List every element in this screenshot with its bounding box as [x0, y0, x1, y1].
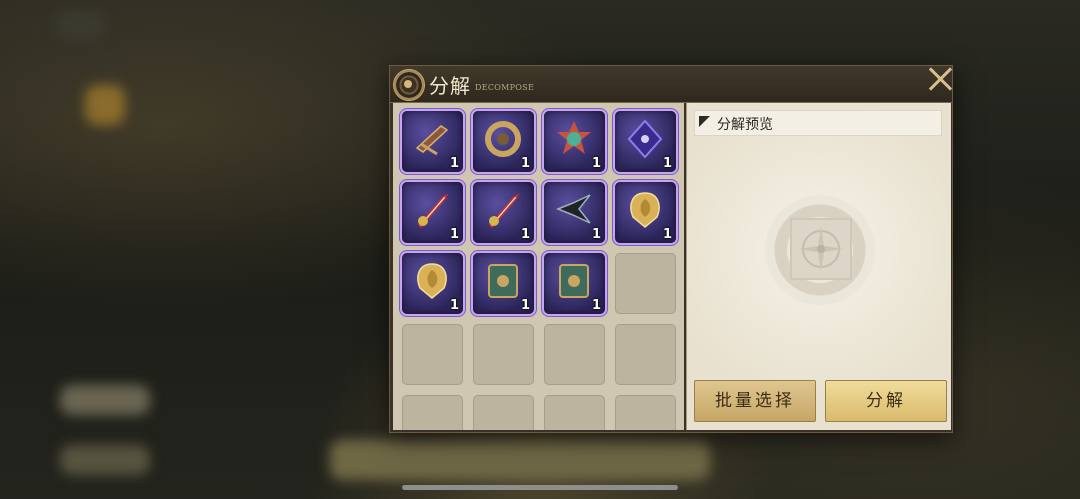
item-count: 1 — [449, 156, 459, 171]
golden-shell-badge-icon — [624, 189, 666, 231]
preview-header: 分解预览 — [694, 110, 942, 136]
background-blur — [60, 385, 150, 415]
inventory-slot-bowgun[interactable]: 1 — [402, 111, 463, 172]
background-blur — [60, 445, 150, 475]
item-count: 1 — [662, 156, 672, 171]
item-count: 1 — [520, 156, 530, 171]
close-icon[interactable] — [925, 64, 955, 94]
batch-select-button[interactable]: 批量选择 — [694, 380, 816, 422]
item-count: 1 — [520, 227, 530, 242]
ornate-sword-icon — [411, 189, 453, 231]
empty-slot — [544, 395, 605, 430]
dark-crossbow-icon — [553, 189, 595, 231]
item-count: 1 — [449, 298, 459, 313]
empty-slot — [615, 253, 676, 314]
home-indicator[interactable] — [402, 485, 678, 490]
bronze-ring-icon — [482, 118, 524, 160]
panel-subtitle: DECOMPOSE — [475, 83, 535, 92]
empty-slot — [402, 395, 463, 430]
background-blur — [330, 440, 710, 480]
inventory-slot-bronze-ring[interactable]: 1 — [473, 111, 534, 172]
ornate-sword-icon — [482, 189, 524, 231]
decompose-button[interactable]: 分解 — [825, 380, 947, 422]
empty-slot — [473, 324, 534, 385]
item-count: 1 — [591, 227, 601, 242]
preview-panel: 分解预览 批量选择 分解 — [686, 103, 951, 430]
inventory-slot-ornate-sword[interactable]: 1 — [473, 182, 534, 243]
violet-crystal-icon — [624, 118, 666, 160]
bronze-tome-icon — [553, 260, 595, 302]
panel-title: 分解 — [429, 74, 471, 98]
inventory-slot-golden-shell-badge[interactable]: 1 — [402, 253, 463, 314]
inventory-slot-dark-crossbow[interactable]: 1 — [544, 182, 605, 243]
preview-placeholder — [765, 195, 875, 305]
inventory-slot-violet-crystal[interactable]: 1 — [615, 111, 676, 172]
empty-slot — [544, 324, 605, 385]
inventory-slot-ornate-sword[interactable]: 1 — [402, 182, 463, 243]
inventory-slot-feathered-amulet[interactable]: 1 — [544, 111, 605, 172]
empty-slot — [615, 395, 676, 430]
corner-marker-icon — [699, 116, 710, 127]
bowgun-icon — [411, 118, 453, 160]
feathered-amulet-icon — [553, 118, 595, 160]
compass-emblem-icon — [393, 69, 425, 101]
item-count: 1 — [591, 298, 601, 313]
background-blur — [55, 10, 105, 40]
background-blur — [85, 85, 125, 125]
item-count: 1 — [662, 227, 672, 242]
item-count: 1 — [449, 227, 459, 242]
inventory-slot-bronze-tome[interactable]: 1 — [544, 253, 605, 314]
bronze-tome-icon — [482, 260, 524, 302]
inventory-grid[interactable]: 1 1 1 1 1 1 1 1 1 1 1 — [393, 103, 684, 430]
compass-placeholder-icon — [790, 218, 852, 280]
inventory-slot-bronze-tome[interactable]: 1 — [473, 253, 534, 314]
golden-shell-badge-icon — [411, 260, 453, 302]
panel-header: 分解 DECOMPOSE — [390, 66, 952, 103]
decompose-panel: 分解 DECOMPOSE 1 1 1 1 1 1 1 1 1 1 1 分解预览 批量选择 分解 — [389, 65, 953, 433]
empty-slot — [402, 324, 463, 385]
preview-label: 分解预览 — [717, 117, 773, 133]
inventory-slot-golden-shell-badge[interactable]: 1 — [615, 182, 676, 243]
empty-slot — [615, 324, 676, 385]
empty-slot — [473, 395, 534, 430]
item-count: 1 — [591, 156, 601, 171]
item-count: 1 — [520, 298, 530, 313]
